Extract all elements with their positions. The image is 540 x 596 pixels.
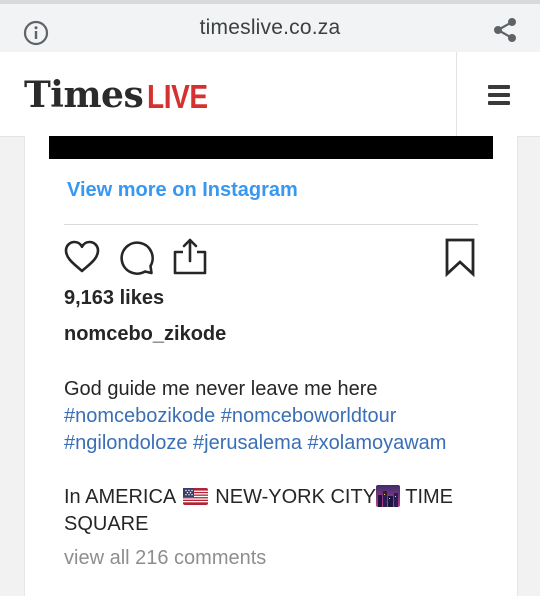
bookmark-icon[interactable]	[440, 237, 480, 277]
comment-icon[interactable]	[116, 237, 156, 277]
logo-live-text: LIVE	[147, 78, 208, 115]
heart-icon[interactable]	[62, 237, 102, 277]
divider	[64, 224, 478, 225]
hashtag-link[interactable]: #nomcebozikode	[64, 405, 215, 427]
hashtag-link[interactable]: #ngilondoloze	[64, 432, 187, 454]
browser-address-bar: timeslive.co.za	[0, 0, 540, 52]
post-caption-line2: In AMERICA NEW-YORK CITY TIME SQUARE	[64, 484, 504, 538]
hamburger-menu-icon[interactable]	[480, 78, 518, 110]
caption-text: NEW-YORK CITY	[215, 486, 377, 508]
night-city-emoji	[376, 485, 401, 507]
caption-text: In AMERICA	[64, 486, 176, 508]
view-all-comments-link[interactable]: view all 216 comments	[64, 547, 266, 570]
hashtag-link[interactable]: #nomceboworldtour	[221, 405, 397, 427]
post-media[interactable]	[49, 136, 493, 159]
share-icon[interactable]	[491, 16, 519, 44]
site-header: Times LIVE	[0, 52, 540, 137]
timeslive-logo[interactable]: Times LIVE	[24, 74, 219, 116]
header-divider	[456, 52, 457, 136]
post-caption: God guide me never leave me here #nomceb…	[64, 376, 504, 457]
hashtag-link[interactable]: #jerusalema	[193, 432, 302, 454]
view-more-on-instagram-link[interactable]: View more on Instagram	[67, 179, 298, 202]
url-text[interactable]: timeslive.co.za	[0, 16, 540, 40]
post-username[interactable]: nomcebo_zikode	[64, 323, 226, 346]
caption-text: God guide me never leave me here	[64, 378, 378, 400]
us-flag-emoji	[182, 488, 208, 505]
hashtag-link[interactable]: #xolamoyawam	[308, 432, 447, 454]
share-icon[interactable]	[170, 237, 210, 277]
like-count[interactable]: 9,163 likes	[64, 287, 164, 310]
logo-times-text: Times	[24, 74, 144, 116]
instagram-embed: View more on Instagram 9,163 likes nomce…	[24, 136, 518, 596]
